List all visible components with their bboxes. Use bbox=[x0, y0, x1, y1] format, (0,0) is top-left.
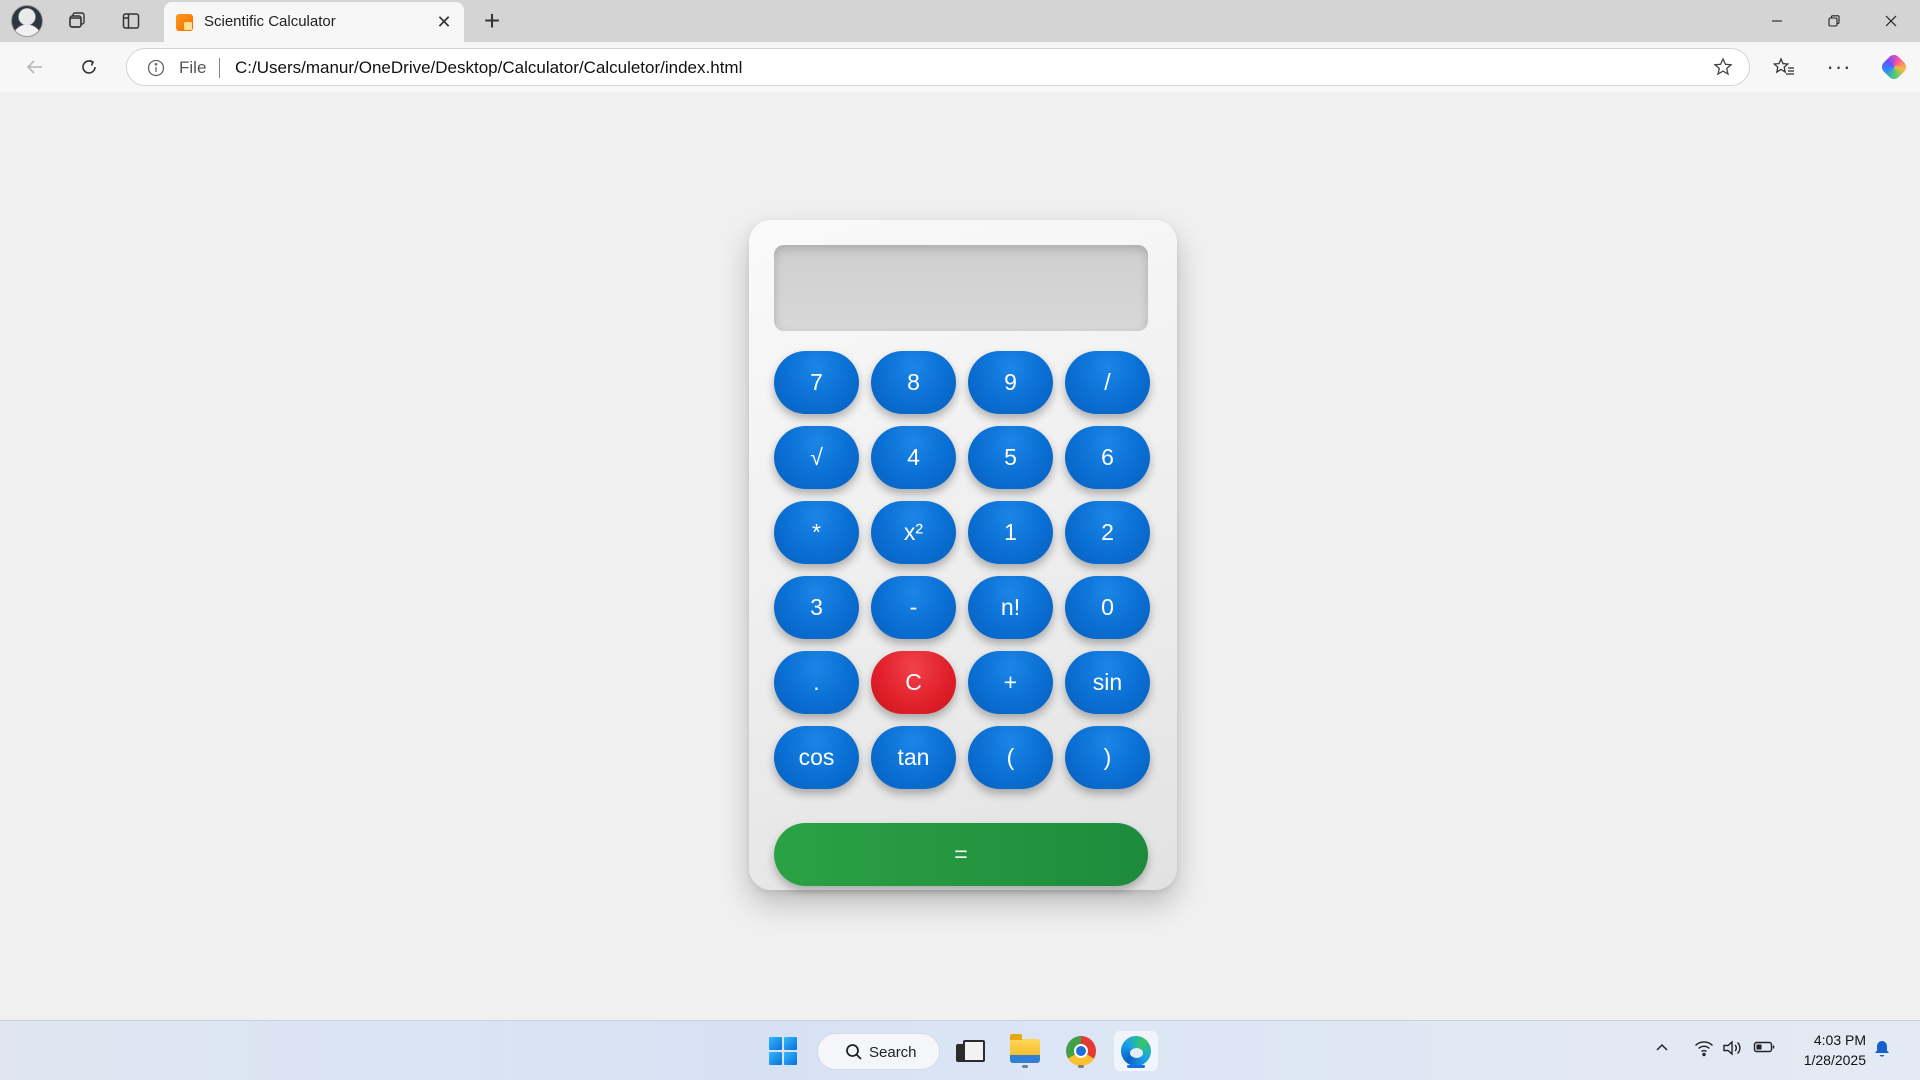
active-indicator bbox=[1127, 1065, 1145, 1068]
key-cos[interactable]: cos bbox=[774, 726, 859, 789]
running-indicator bbox=[1078, 1065, 1084, 1068]
key-sqrt[interactable]: √ bbox=[774, 426, 859, 489]
key-2[interactable]: 2 bbox=[1065, 501, 1150, 564]
restore-icon[interactable] bbox=[1806, 0, 1862, 42]
wifi-icon[interactable] bbox=[1694, 1039, 1714, 1057]
key-xsquared[interactable]: x² bbox=[871, 501, 956, 564]
profile-avatar[interactable] bbox=[11, 5, 43, 37]
notification-bell-icon[interactable] bbox=[1873, 1039, 1891, 1059]
taskbar-search[interactable]: Search bbox=[817, 1033, 940, 1070]
page-viewport: 7 8 9/ √ 4 5 6 * x² 1 2 3- n! 0. C + sin cos tan() = bbox=[4, 92, 1916, 1018]
browser-tab-strip: Scientific Calculator ✕ + bbox=[0, 0, 1920, 42]
workspaces-icon[interactable] bbox=[61, 5, 93, 37]
copilot-logo bbox=[1879, 52, 1909, 82]
key-8[interactable]: 8 bbox=[871, 351, 956, 414]
key-open-paren[interactable]: ( bbox=[968, 726, 1053, 789]
key-divide[interactable]: / bbox=[1065, 351, 1150, 414]
key-multiply[interactable]: * bbox=[774, 501, 859, 564]
chrome-icon[interactable] bbox=[1059, 1031, 1103, 1071]
task-view-icon[interactable] bbox=[947, 1031, 991, 1071]
active-tab[interactable]: Scientific Calculator ✕ bbox=[164, 2, 464, 42]
scheme-label: File bbox=[179, 58, 207, 77]
chevron-up-icon[interactable] bbox=[1654, 1039, 1670, 1055]
volume-icon[interactable] bbox=[1722, 1039, 1744, 1057]
reload-icon[interactable] bbox=[73, 51, 105, 83]
favorites-icon[interactable] bbox=[1768, 51, 1800, 83]
windows-logo bbox=[769, 1037, 797, 1065]
start-icon[interactable] bbox=[761, 1031, 805, 1071]
address-separator bbox=[219, 58, 220, 78]
key-3[interactable]: 3 bbox=[774, 576, 859, 639]
running-indicator bbox=[1022, 1065, 1028, 1068]
calculator-keypad: 7 8 9/ √ 4 5 6 * x² 1 2 3- n! 0. C + sin cos tan() bbox=[774, 351, 1150, 789]
key-tan[interactable]: tan bbox=[871, 726, 956, 789]
profile-avatar-image bbox=[11, 5, 43, 37]
search-label: Search bbox=[869, 1044, 917, 1061]
address-bar[interactable]: File C:/Users/manur/OneDrive/Desktop/Cal… bbox=[126, 48, 1750, 86]
key-7[interactable]: 7 bbox=[774, 351, 859, 414]
key-nfactorial[interactable]: n! bbox=[968, 576, 1053, 639]
calculator-favicon bbox=[176, 14, 193, 31]
minimize-icon[interactable] bbox=[1749, 0, 1805, 42]
system-clock[interactable]: 4:03 PM 1/28/2025 bbox=[1790, 1030, 1866, 1070]
close-window-icon[interactable] bbox=[1863, 0, 1919, 42]
calculator: 7 8 9/ √ 4 5 6 * x² 1 2 3- n! 0. C + sin cos tan() = bbox=[749, 220, 1177, 890]
vertical-tabs-icon[interactable] bbox=[115, 5, 147, 37]
key-close-paren[interactable]: ) bbox=[1065, 726, 1150, 789]
equals-button[interactable]: = bbox=[774, 823, 1148, 886]
back-icon[interactable] bbox=[19, 51, 51, 83]
plus-icon[interactable]: + bbox=[476, 5, 508, 37]
battery-icon[interactable] bbox=[1753, 1039, 1775, 1055]
key-sin[interactable]: sin bbox=[1065, 651, 1150, 714]
info-icon[interactable] bbox=[147, 59, 165, 82]
key-C[interactable]: C bbox=[871, 651, 956, 714]
key-plus[interactable]: + bbox=[968, 651, 1053, 714]
browser-toolbar: File C:/Users/manur/OneDrive/Desktop/Cal… bbox=[0, 42, 1920, 92]
key-9[interactable]: 9 bbox=[968, 351, 1053, 414]
key-minus[interactable]: - bbox=[871, 576, 956, 639]
edge-icon[interactable] bbox=[1114, 1031, 1158, 1071]
url-text[interactable]: C:/Users/manur/OneDrive/Desktop/Calculat… bbox=[235, 58, 742, 78]
taskbar: Search 4:03 PM 1/28/2025 bbox=[0, 1020, 1920, 1080]
key-6[interactable]: 6 bbox=[1065, 426, 1150, 489]
key-1[interactable]: 1 bbox=[968, 501, 1053, 564]
search-icon bbox=[845, 1043, 863, 1066]
copilot-icon[interactable] bbox=[1878, 51, 1910, 83]
star-icon[interactable] bbox=[1713, 57, 1733, 82]
clock-time: 4:03 PM bbox=[1813, 1032, 1866, 1048]
key-4[interactable]: 4 bbox=[871, 426, 956, 489]
key-5[interactable]: 5 bbox=[968, 426, 1053, 489]
key-decimal[interactable]: . bbox=[774, 651, 859, 714]
calculator-display[interactable] bbox=[774, 245, 1148, 331]
file-explorer-icon[interactable] bbox=[1003, 1031, 1047, 1071]
close-icon[interactable]: ✕ bbox=[432, 10, 456, 34]
key-0[interactable]: 0 bbox=[1065, 576, 1150, 639]
clock-date: 1/28/2025 bbox=[1803, 1052, 1866, 1068]
tab-title: Scientific Calculator bbox=[204, 13, 336, 30]
more-icon[interactable]: ··· bbox=[1823, 51, 1855, 83]
